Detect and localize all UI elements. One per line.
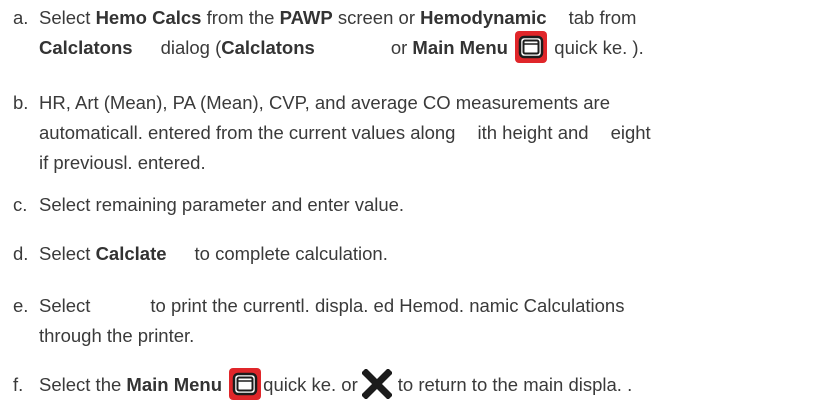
pawp-label: PAWP: [279, 7, 333, 28]
step-text: to complete calculation.: [194, 243, 388, 264]
step-text: Select the: [39, 374, 127, 395]
step-marker: b.: [13, 92, 29, 113]
step-marker: d.: [13, 243, 29, 264]
step-text: Select: [39, 7, 96, 28]
step-text: through the printer.: [39, 325, 195, 346]
main-menu-label: Main Menu: [412, 37, 508, 58]
step-text: dialog (: [160, 37, 222, 58]
step-text: screen or: [332, 7, 421, 28]
calculate-label: Calclate: [95, 243, 167, 264]
calculations-label-2: Calclatons: [221, 37, 315, 58]
step-text: Select: [39, 243, 96, 264]
step-text: automaticall. entered from the current v…: [39, 122, 456, 143]
step-text: quick ke. ).: [549, 37, 644, 58]
step-text: HR, Art (Mean), PA (Mean), CVP, and aver…: [39, 92, 610, 113]
step-text: tab from: [568, 7, 637, 28]
step-text: if previousl. entered.: [39, 152, 206, 173]
main-menu-icon: [229, 368, 262, 401]
step-text: ith height and: [477, 122, 589, 143]
main-menu-icon: [515, 31, 548, 64]
step-f: f. Select the Main Menu quick ke. or to r…: [13, 368, 633, 402]
step-marker: a.: [13, 7, 29, 28]
step-text: Select: [39, 295, 91, 316]
step-d: d. Select Calclate to complete calculation…: [13, 239, 388, 269]
step-text: from the: [201, 7, 280, 28]
close-x-icon: [360, 368, 393, 401]
step-text: to return to the main displa. .: [397, 374, 633, 395]
step-c: c. Select remaining parameter and enter v…: [13, 190, 404, 220]
step-text: quick ke. or: [263, 374, 358, 395]
step-marker: c.: [13, 194, 28, 215]
step-marker: e.: [13, 295, 29, 316]
step-marker: f.: [13, 374, 24, 395]
step-text: Select remaining parameter and enter val…: [39, 194, 405, 215]
calculations-label: Calclatons: [39, 37, 133, 58]
step-e: e. Select to print the currentl. displa. e…: [13, 291, 624, 351]
step-text: to print the currentl. displa. ed Hemod.…: [150, 295, 625, 316]
main-menu-label: Main Menu: [126, 374, 223, 395]
hemo-calcs-label: Hemo Calcs: [95, 7, 202, 28]
hemodynamic-label: Hemodynamic: [420, 7, 547, 28]
step-text: eight: [610, 122, 651, 143]
step-text: or: [390, 37, 413, 58]
step-a: a. Select Hemo Calcs from the PAWP screen…: [13, 3, 644, 65]
step-b: b. HR, Art (Mean), PA (Mean), CVP, and av…: [13, 88, 651, 178]
